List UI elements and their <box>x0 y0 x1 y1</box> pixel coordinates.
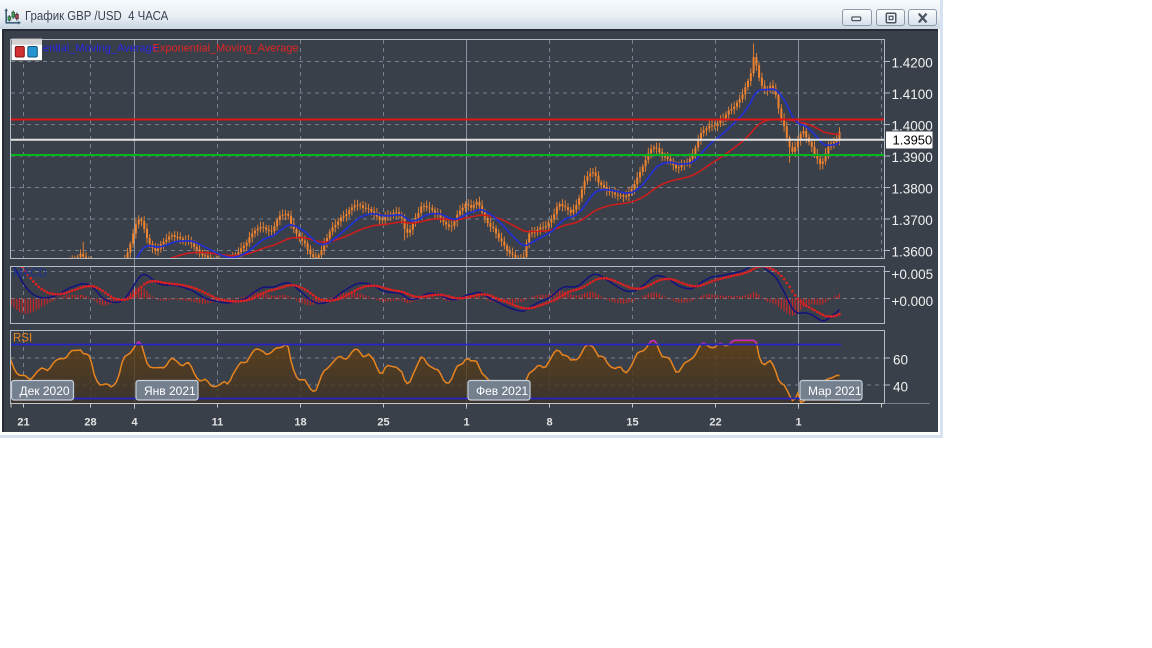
svg-text:1.4200: 1.4200 <box>892 56 933 71</box>
svg-text:1.3700: 1.3700 <box>892 213 933 228</box>
svg-text:8: 8 <box>546 417 552 429</box>
svg-text:1.3900: 1.3900 <box>892 150 933 165</box>
svg-text:1: 1 <box>795 417 801 429</box>
svg-text:1.4100: 1.4100 <box>892 87 933 102</box>
svg-text:1.3600: 1.3600 <box>892 245 933 260</box>
svg-text:Фев 2021: Фев 2021 <box>476 384 529 398</box>
svg-text:+0.000: +0.000 <box>892 294 934 309</box>
svg-text:4: 4 <box>131 417 138 429</box>
svg-text:Мар 2021: Мар 2021 <box>808 384 862 398</box>
svg-text:28: 28 <box>84 417 96 429</box>
svg-text:Exponential_Moving_Average: Exponential_Moving_Average <box>153 43 299 55</box>
svg-text:RSI: RSI <box>13 333 32 345</box>
svg-text:60: 60 <box>893 353 908 368</box>
svg-text:1.3950: 1.3950 <box>893 133 933 148</box>
svg-text:MACD: MACD <box>13 268 47 280</box>
svg-text:22: 22 <box>709 417 721 429</box>
svg-text:40: 40 <box>893 380 908 395</box>
svg-text:21: 21 <box>17 417 29 429</box>
svg-text:Янв 2021: Янв 2021 <box>144 384 196 398</box>
svg-text:ential_Moving_Average: ential_Moving_Average <box>43 43 158 55</box>
svg-text:1.4000: 1.4000 <box>892 119 933 134</box>
svg-text:1: 1 <box>463 417 469 429</box>
svg-text:Дек 2020: Дек 2020 <box>20 384 70 398</box>
svg-text:11: 11 <box>212 417 224 429</box>
svg-text:15: 15 <box>626 417 638 429</box>
svg-text:+0.005: +0.005 <box>892 267 934 282</box>
svg-text:18: 18 <box>294 417 306 429</box>
svg-text:1.3800: 1.3800 <box>892 182 933 197</box>
svg-text:25: 25 <box>377 417 389 429</box>
